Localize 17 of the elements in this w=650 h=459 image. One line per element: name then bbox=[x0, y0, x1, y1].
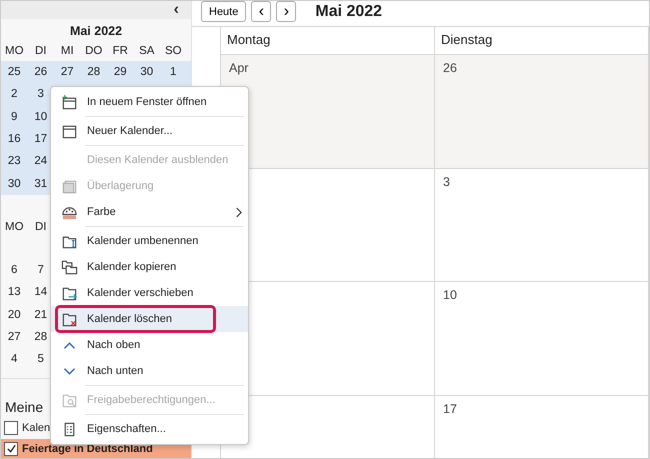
day-number: 3 bbox=[443, 174, 450, 188]
view-title: Mai 2022 bbox=[315, 2, 382, 20]
weekday-label: DI bbox=[34, 45, 48, 57]
weekday-label: SO bbox=[164, 45, 183, 57]
weekday-label: FR bbox=[112, 45, 129, 57]
weekday-label: DO bbox=[84, 45, 104, 57]
day-number: 10 bbox=[443, 288, 457, 302]
day-number: 26 bbox=[443, 61, 457, 75]
day-number: 17 bbox=[443, 402, 457, 416]
weekday-label: MI bbox=[60, 45, 75, 57]
weekday-label: SA bbox=[138, 45, 156, 57]
group-title: Meine bbox=[4, 399, 44, 417]
weekday-label: MO bbox=[4, 45, 25, 57]
day-number: Apr bbox=[229, 61, 248, 75]
weekday-label: DI bbox=[34, 220, 48, 233]
weekday-label: MO bbox=[4, 220, 25, 233]
month-title: Mai 2022 bbox=[68, 23, 124, 40]
